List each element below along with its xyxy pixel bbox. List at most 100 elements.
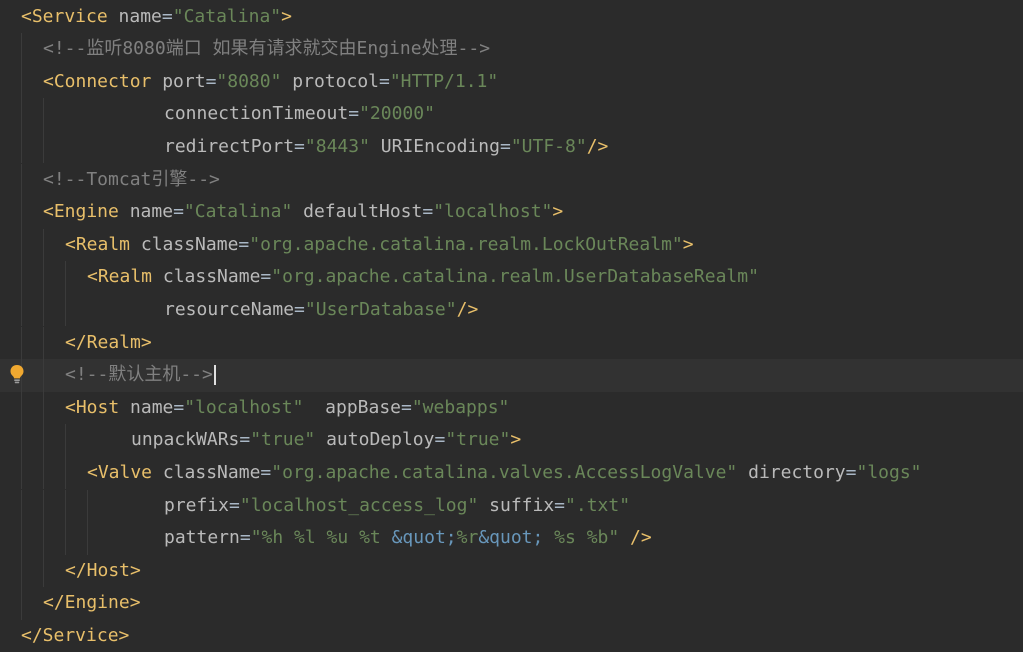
code-text: redirectPort="8443" URIEncoding="UTF-8"/… [164,131,608,164]
code-text: </Realm> [65,327,152,360]
token-tag: <Host [65,396,120,418]
code-text: <!--监听8080端口 如果有请求就交由Engine处理--> [43,33,490,66]
token-attr: unpackWARs [131,429,240,451]
token-str: "UTF-8" [510,135,587,157]
token-eq: = [260,266,272,288]
indent-guide [43,228,44,262]
indent-guide [43,359,44,392]
indent-guide [43,522,44,555]
code-line[interactable]: redirectPort="8443" URIEncoding="UTF-8"/… [0,130,1023,164]
code-line[interactable]: <!--默认主机--> [0,359,1023,392]
token-ent: &quot; [478,527,544,549]
token-tag: </Engine> [43,592,141,614]
indent-guide [43,293,44,327]
token-str: "localhost_access_log" [239,494,479,516]
code-line[interactable]: <Service name="Catalina"> [0,1,1023,34]
code-line[interactable]: prefix="localhost_access_log" suffix=".t… [0,489,1023,523]
code-line[interactable]: connectionTimeout="20000" [0,98,1023,131]
code-text: <!--Tomcat引擎--> [43,164,220,197]
code-line[interactable]: </Host> [0,554,1023,588]
code-line[interactable]: <Realm className="org.apache.catalina.re… [0,261,1023,294]
indent-guide [65,489,66,523]
token-sp [152,266,163,287]
code-text: </Service> [21,620,129,652]
token-tag: /> [456,298,479,320]
code-line[interactable]: <!--监听8080端口 如果有请求就交由Engine处理--> [0,33,1023,66]
token-eq: = [229,494,240,516]
token-attr: className [140,233,239,255]
token-eq: = [422,201,434,223]
token-ent: &quot; [391,527,457,549]
token-str: "20000" [359,103,435,125]
token-eq: = [499,135,511,157]
token-tag: > [682,233,694,255]
code-line[interactable]: <Host name="localhost" appBase="webapps" [0,391,1023,425]
indent-guide [43,456,44,490]
token-eq: = [173,396,185,418]
token-attr: suffix [489,494,555,516]
token-str: "%h %l %u %t [250,527,392,549]
code-line[interactable]: </Realm> [0,326,1023,360]
token-attr: port [162,70,206,92]
code-text: <Connector port="8080" protocol="HTTP/1.… [43,66,498,99]
token-eq: = [294,298,305,320]
indent-guide [21,587,22,620]
code-text: <Engine name="Catalina" defaultHost="loc… [43,196,563,229]
token-eq: = [238,233,250,255]
code-line[interactable]: <Connector port="8080" protocol="HTTP/1.… [0,65,1023,99]
lightbulb-icon[interactable] [9,364,25,384]
token-eq: = [260,461,272,483]
token-tag: > [552,201,564,223]
code-text: unpackWARs="true" autoDeploy="true"> [131,424,521,457]
code-text: connectionTimeout="20000" [164,98,435,131]
token-tag: /> [586,135,609,157]
code-text: <Realm className="org.apache.catalina.re… [87,261,759,294]
token-str: %r [456,527,479,549]
indent-guide [43,130,44,164]
token-str: "localhost" [433,201,553,223]
token-tag: </Service> [21,624,130,646]
indent-guide [43,554,44,588]
code-line[interactable]: pattern="%h %l %u %t &quot;%r&quot; %s %… [0,522,1023,555]
indent-guide [21,554,22,588]
token-eq: = [173,201,184,223]
code-line[interactable]: <Valve className="org.apache.catalina.va… [0,456,1023,490]
token-attr: name [130,396,174,418]
token-str: "localhost" [184,396,304,418]
token-eq: = [845,461,857,483]
token-str: "org.apache.catalina.realm.UserDatabaseR… [271,266,759,288]
code-editor[interactable]: <Service name="Catalina"> <!--监听8080端口 如果… [0,0,1023,652]
token-str: ".txt" [565,494,631,516]
indent-guide [21,33,22,66]
code-line[interactable]: <Realm className="org.apache.catalina.re… [0,228,1023,262]
token-tag: <Connector [43,70,152,92]
token-sp [619,527,630,548]
code-line[interactable]: </Service> [0,620,1023,652]
code-text: pattern="%h %l %u %t &quot;%r&quot; %s %… [164,522,652,555]
token-attr: className [162,266,261,288]
token-attr: prefix [164,494,230,516]
code-line[interactable]: resourceName="UserDatabase"/> [0,293,1023,327]
token-attr: appBase [325,396,401,418]
token-attr: name [129,201,174,223]
token-eq: = [348,103,360,125]
indent-guide [21,424,22,457]
token-cmt: <!--Tomcat引擎--> [43,168,220,190]
token-str: "logs" [856,461,922,483]
code-text: <Host name="localhost" appBase="webapps" [65,392,509,425]
token-attr: name [118,5,162,27]
code-line[interactable]: </Engine> [0,587,1023,620]
code-line[interactable]: <!--Tomcat引擎--> [0,163,1023,197]
token-eq: = [554,494,566,516]
token-attr: resourceName [164,298,295,320]
indent-guide [21,228,22,262]
token-eq: = [401,396,412,418]
token-tag: > [510,429,522,451]
token-cmt: <!--监听8080端口 如果有请求就交由Engine处理--> [43,38,491,60]
code-line[interactable]: <Engine name="Catalina" defaultHost="loc… [0,196,1023,229]
code-line[interactable]: unpackWARs="true" autoDeploy="true"> [0,424,1023,457]
token-str: "webapps" [411,396,510,418]
token-str: "true" [250,429,316,451]
token-attr: autoDeploy [326,429,435,451]
token-eq: = [379,70,390,92]
